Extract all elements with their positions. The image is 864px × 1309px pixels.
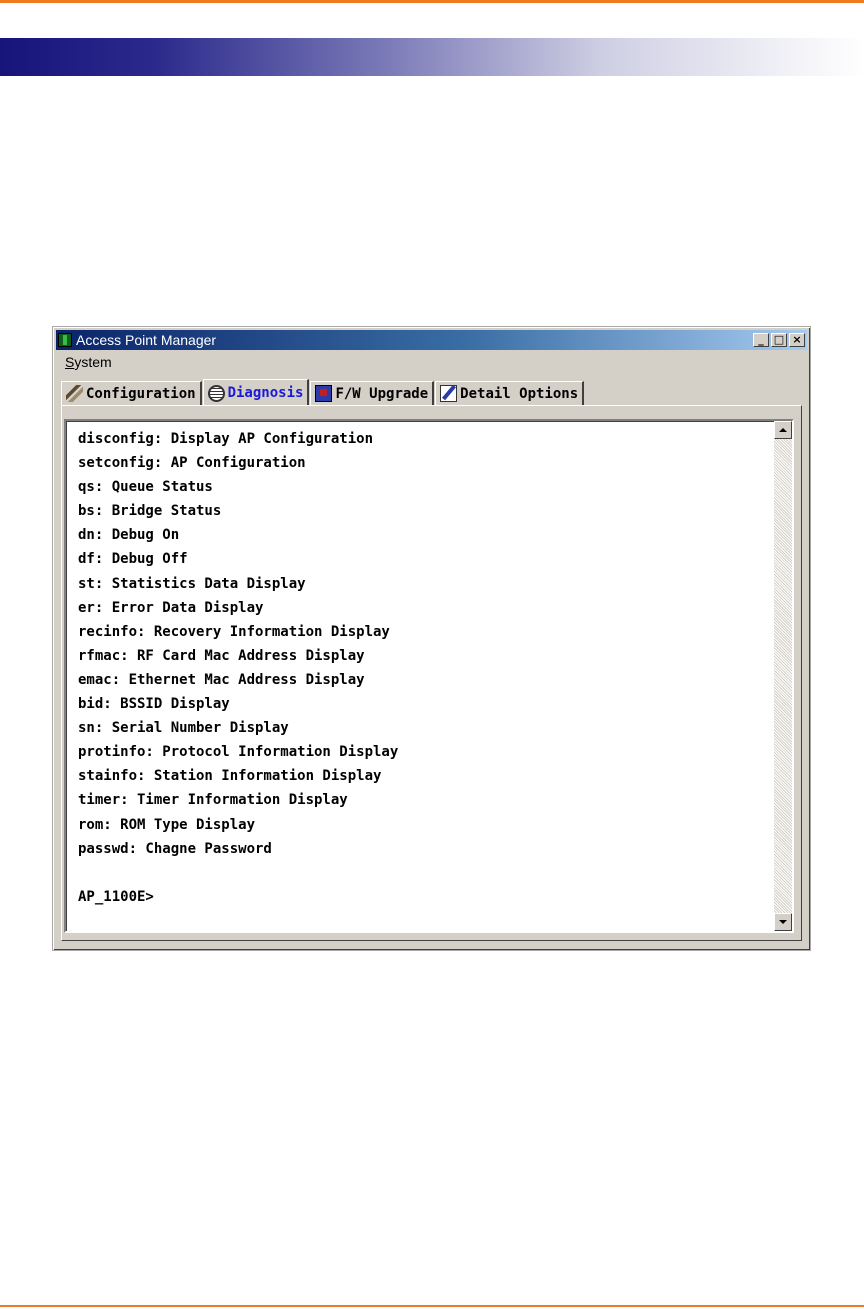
menu-system[interactable]: System — [56, 354, 120, 370]
terminal-console[interactable]: disconfig: Display AP Configuration setc… — [64, 419, 794, 933]
notepad-icon — [440, 385, 458, 402]
app-icon[interactable] — [58, 333, 72, 347]
scroll-up-button[interactable] — [774, 421, 792, 439]
terminal-line: qs: Queue Status — [78, 479, 213, 496]
wrench-icon — [66, 385, 83, 402]
terminal-line: bs: Bridge Status — [78, 503, 222, 520]
terminal-line: timer: Timer Information Display — [78, 792, 348, 809]
terminal-line: disconfig: Display AP Configuration — [78, 431, 374, 447]
tab-fw-upgrade[interactable]: F/W Upgrade — [310, 381, 435, 405]
header-gradient-bar — [0, 38, 864, 76]
terminal-line: dn: Debug On — [78, 527, 180, 544]
close-button[interactable]: × — [789, 333, 805, 347]
tab-detail-options-label: Detail Options — [460, 385, 579, 402]
terminal-line: df: Debug Off — [78, 551, 188, 568]
tab-detail-options[interactable]: Detail Options — [435, 381, 585, 405]
window-controls: _ □ × — [751, 333, 805, 347]
bottom-accent-rule — [0, 1305, 864, 1307]
terminal-line: stainfo: Station Information Display — [78, 768, 382, 785]
tab-fw-upgrade-label: F/W Upgrade — [335, 385, 429, 402]
terminal-line: protinfo: Protocol Information Display — [78, 744, 399, 761]
arrow-up-icon — [779, 428, 787, 432]
terminal-prompt[interactable]: AP_1100E> — [78, 885, 758, 909]
maximize-button[interactable]: □ — [771, 333, 787, 347]
tab-diagnosis[interactable]: Diagnosis — [202, 379, 310, 406]
tab-diagnosis-label: Diagnosis — [227, 385, 304, 401]
close-icon: × — [792, 333, 802, 346]
access-point-manager-window: Access Point Manager _ □ × System Config… — [52, 326, 811, 951]
top-accent-rule — [0, 0, 864, 3]
terminal-line: emac: Ethernet Mac Address Display — [78, 671, 365, 688]
terminal-line: setconfig: AP Configuration — [78, 455, 306, 472]
tab-configuration[interactable]: Configuration — [61, 381, 202, 405]
terminal-line: bid: BSSID Display — [78, 696, 230, 713]
minimize-icon: _ — [758, 333, 764, 346]
firmware-icon — [315, 385, 333, 402]
terminal-line: rom: ROM Type Display — [78, 816, 256, 833]
stethoscope-icon — [207, 384, 225, 402]
window-title: Access Point Manager — [76, 332, 217, 348]
terminal-line: er: Error Data Display — [78, 599, 264, 616]
tab-strip: Configuration Diagnosis F/W Upgrade Deta… — [61, 378, 585, 406]
terminal-line: sn: Serial Number Display — [78, 720, 289, 737]
maximize-icon: □ — [773, 333, 785, 346]
menu-system-label: ystem — [74, 353, 112, 370]
title-bar[interactable]: Access Point Manager _ □ × — [56, 330, 807, 350]
tab-configuration-label: Configuration — [86, 385, 196, 402]
menu-bar: System — [56, 352, 807, 371]
scroll-down-button[interactable] — [774, 913, 792, 931]
terminal-line: st: Statistics Data Display — [78, 575, 306, 592]
terminal-line: recinfo: Recovery Information Display — [78, 623, 390, 640]
terminal-line: passwd: Chagne Password — [78, 840, 272, 857]
terminal-line: rfmac: RF Card Mac Address Display — [78, 647, 365, 664]
arrow-down-icon — [779, 920, 787, 924]
menu-system-accelerator: S — [65, 353, 75, 370]
terminal-output: disconfig: Display AP Configuration setc… — [78, 427, 758, 909]
minimize-button[interactable]: _ — [753, 333, 769, 347]
vertical-scrollbar[interactable] — [774, 421, 792, 931]
